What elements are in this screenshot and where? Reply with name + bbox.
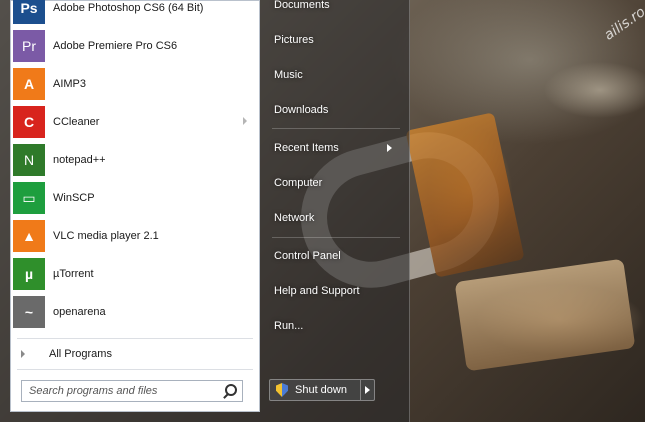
vlc-icon: ▲ [13, 220, 45, 252]
divider [17, 369, 253, 370]
shutdown-label: Shut down [295, 384, 347, 396]
place-network[interactable]: Network [262, 204, 402, 232]
search-box[interactable] [21, 380, 243, 402]
recent-items-label: Recent Items [274, 142, 339, 154]
pinned-programs-list: Ps Adobe Photoshop CS6 (64 Bit) Pr Adobe… [11, 0, 259, 331]
program-item-ccleaner[interactable]: C CCleaner [11, 103, 259, 141]
program-label: AIMP3 [53, 78, 87, 90]
place-pictures[interactable]: Pictures [262, 26, 402, 54]
premiere-icon: Pr [13, 30, 45, 62]
openarena-icon: ~ [13, 296, 45, 328]
shutdown-button[interactable]: Shut down [269, 379, 361, 401]
places-pane: Documents Pictures Music Downloads Recen… [262, 0, 408, 422]
program-label: µTorrent [53, 268, 94, 280]
search-input[interactable] [29, 385, 220, 397]
shield-icon [276, 383, 288, 397]
watermark: ailis.ro [601, 4, 645, 44]
arrow-right-icon [21, 350, 25, 358]
place-documents[interactable]: Documents [262, 0, 402, 19]
utorrent-icon: µ [13, 258, 45, 290]
place-downloads[interactable]: Downloads [262, 96, 402, 124]
program-label: openarena [53, 306, 106, 318]
program-item-notepad-plus-plus[interactable]: N notepad++ [11, 141, 259, 179]
program-label: VLC media player 2.1 [53, 230, 159, 242]
all-programs-label: All Programs [49, 348, 112, 360]
arrow-right-icon [387, 144, 392, 152]
divider [17, 338, 253, 339]
place-recent-items[interactable]: Recent Items [262, 134, 402, 162]
program-label: WinSCP [53, 192, 95, 204]
winscp-icon: ▭ [13, 182, 45, 214]
program-label: notepad++ [53, 154, 106, 166]
notepad-plus-plus-icon: N [13, 144, 45, 176]
all-programs-button[interactable]: All Programs [11, 342, 259, 366]
place-help-and-support[interactable]: Help and Support [262, 277, 402, 305]
divider [272, 237, 400, 238]
place-music[interactable]: Music [262, 61, 402, 89]
shutdown-options-button[interactable] [361, 379, 375, 401]
program-item-premiere[interactable]: Pr Adobe Premiere Pro CS6 [11, 27, 259, 65]
place-computer[interactable]: Computer [262, 169, 402, 197]
program-label: CCleaner [53, 116, 100, 128]
aimp-icon: A [13, 68, 45, 100]
place-control-panel[interactable]: Control Panel [262, 242, 402, 270]
program-label: Adobe Photoshop CS6 (64 Bit) [53, 2, 204, 14]
program-item-aimp[interactable]: A AIMP3 [11, 65, 259, 103]
program-item-vlc[interactable]: ▲ VLC media player 2.1 [11, 217, 259, 255]
place-run[interactable]: Run... [262, 312, 402, 340]
program-item-utorrent[interactable]: µ µTorrent [11, 255, 259, 293]
divider [272, 128, 400, 129]
jump-list-arrow-icon[interactable] [243, 117, 247, 125]
program-item-photoshop[interactable]: Ps Adobe Photoshop CS6 (64 Bit) [11, 0, 259, 24]
ccleaner-icon: C [13, 106, 45, 138]
photoshop-icon: Ps [13, 0, 45, 24]
program-item-winscp[interactable]: ▭ WinSCP [11, 179, 259, 217]
start-menu: Ps Adobe Photoshop CS6 (64 Bit) Pr Adobe… [0, 0, 410, 422]
programs-pane: Ps Adobe Photoshop CS6 (64 Bit) Pr Adobe… [10, 0, 260, 412]
search-icon[interactable] [220, 381, 242, 401]
program-item-openarena[interactable]: ~ openarena [11, 293, 259, 331]
shutdown-group: Shut down [269, 379, 375, 401]
program-label: Adobe Premiere Pro CS6 [53, 40, 178, 52]
padlock-body-image-2 [454, 258, 636, 372]
